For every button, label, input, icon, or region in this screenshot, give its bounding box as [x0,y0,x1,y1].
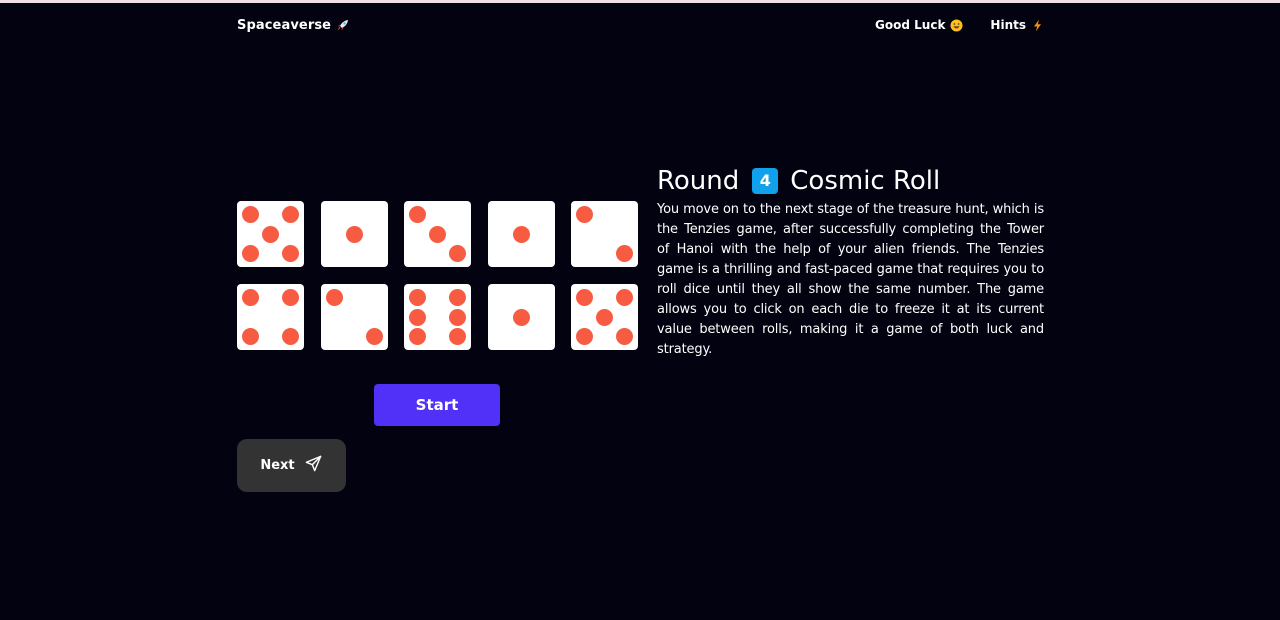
die-pip [449,308,466,326]
brand-link[interactable]: Spaceaverse [237,18,349,33]
die-pip [282,328,299,345]
die-pip [449,289,466,306]
top-border [0,0,1280,3]
die-pip [449,245,466,262]
die-pip [282,289,299,306]
lightning-icon [1031,19,1044,32]
nav-good-luck-label: Good Luck [875,18,946,32]
die-6[interactable] [237,284,304,350]
round-info: Round 4 Cosmic Roll You move on to the n… [657,163,1044,360]
die-pip [242,289,259,306]
next-button[interactable]: Next [237,439,346,492]
die-pip [409,206,426,223]
nav-links: Good Luck Hints [875,18,1044,32]
next-button-label: Next [260,458,295,473]
start-button-label: Start [415,396,459,414]
die-pip [282,245,299,262]
die-pip [512,308,530,326]
round-name: Cosmic Roll [790,166,941,196]
die-pip [409,328,426,345]
die-4[interactable] [487,201,555,267]
die-7[interactable] [320,284,388,350]
round-label: Round [657,166,740,196]
die-pip [576,289,593,306]
die-9[interactable] [487,284,555,350]
die-pip [449,328,466,345]
die-pip [242,206,259,223]
nav-hints-link[interactable]: Hints [990,18,1044,32]
die-1[interactable] [237,201,304,267]
die-pip [616,328,633,345]
die-pip [429,225,446,243]
round-description: You move on to the next stage of the tre… [657,202,1044,357]
die-10[interactable] [571,284,638,350]
die-pip [576,206,593,223]
send-icon [304,454,323,477]
die-pip [345,225,363,243]
nav-good-luck-link[interactable]: Good Luck [875,18,963,32]
die-3[interactable] [404,201,471,267]
round-number-badge: 4 [752,168,779,194]
nav-hints-label: Hints [990,18,1026,32]
die-pip [325,289,343,306]
die-pip [616,289,633,306]
die-pip [409,308,426,326]
die-pip [365,328,383,345]
dice-board [237,201,638,350]
die-pip [576,328,593,345]
round-title: Round 4 Cosmic Roll [657,163,1044,199]
die-pip [282,206,299,223]
grinning-face-icon [950,19,963,32]
navbar: Spaceaverse Good Luck Hints [237,15,1044,35]
start-button[interactable]: Start [374,384,500,426]
die-pip [242,245,259,262]
die-5[interactable] [571,201,638,267]
die-pip [616,245,633,262]
die-pip [262,225,279,243]
die-pip [409,289,426,306]
die-pip [512,225,530,243]
die-2[interactable] [320,201,388,267]
die-8[interactable] [404,284,471,350]
die-pip [242,328,259,345]
brand-name: Spaceaverse [237,17,332,33]
rocket-icon [336,19,349,32]
die-pip [596,308,613,326]
